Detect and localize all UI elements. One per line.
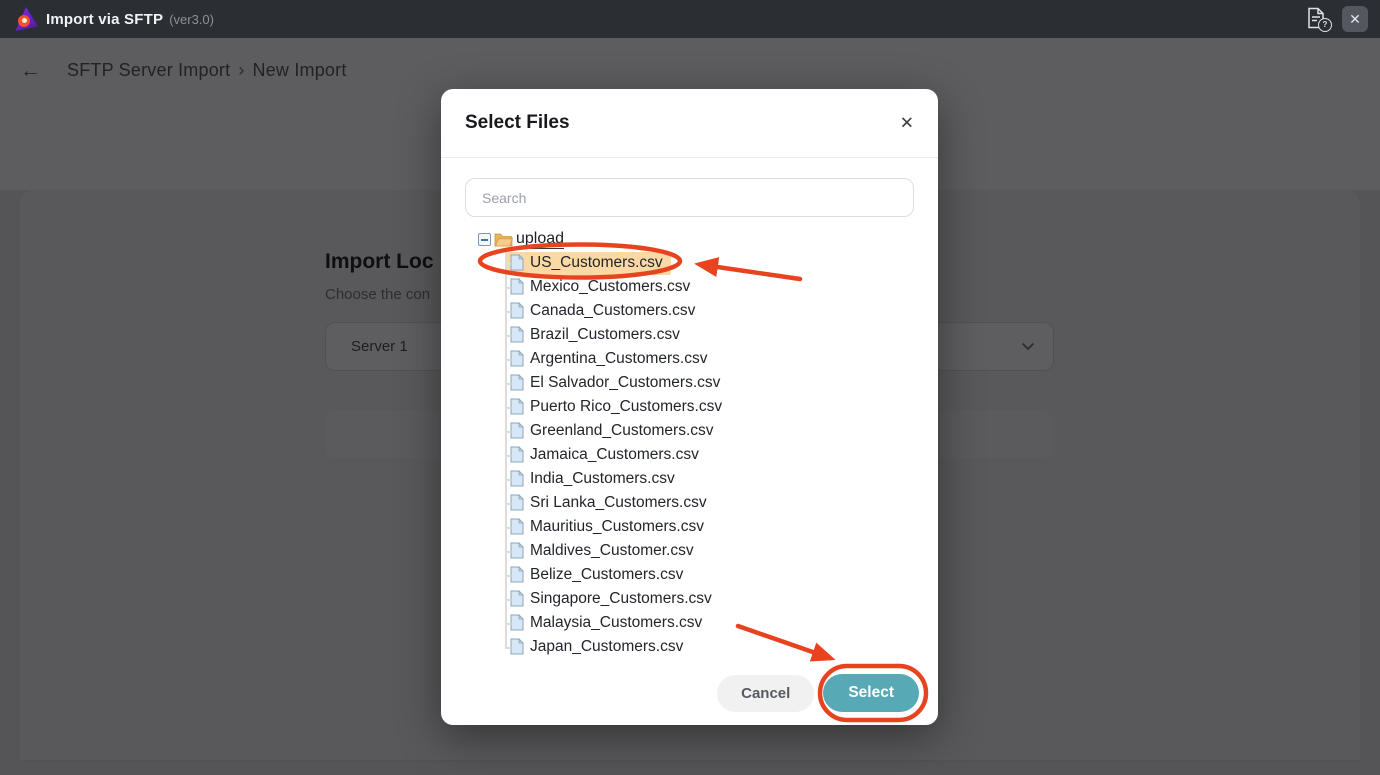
file-name: Japan_Customers.csv [530, 638, 683, 656]
file-icon [510, 470, 524, 487]
app-logo-icon [14, 7, 38, 31]
file-name: Singapore_Customers.csv [530, 590, 712, 608]
file-icon [510, 566, 524, 583]
file-icon [510, 614, 524, 631]
file-icon [510, 398, 524, 415]
search-input[interactable] [465, 178, 914, 217]
file-name: Sri Lanka_Customers.csv [530, 494, 707, 512]
file-icon [510, 350, 524, 367]
tree-file-item[interactable]: Jamaica_Customers.csv [478, 443, 908, 467]
select-button[interactable]: Select [823, 674, 919, 712]
tree-file-item[interactable]: Canada_Customers.csv [478, 299, 908, 323]
file-name: Belize_Customers.csv [530, 566, 683, 584]
file-name: Mexico_Customers.csv [530, 278, 690, 296]
tree-file-item[interactable]: Maldives_Customer.csv [478, 539, 908, 563]
select-files-modal: Select Files ✕ upload US_Customers.cs [441, 89, 938, 725]
tree-file-item[interactable]: Belize_Customers.csv [478, 563, 908, 587]
modal-title: Select Files [465, 112, 570, 134]
tree-collapse-icon[interactable] [478, 233, 491, 246]
tree-file-item[interactable]: Japan_Customers.csv [478, 635, 908, 659]
file-name: US_Customers.csv [530, 254, 663, 272]
modal-footer: Cancel Select [717, 674, 919, 712]
tree-file-item[interactable]: India_Customers.csv [478, 467, 908, 491]
screen: Import via SFTP (ver3.0) ? ✕ ← SFTP Serv… [0, 0, 1380, 775]
file-icon [510, 278, 524, 295]
file-icon [510, 254, 524, 271]
file-name: Canada_Customers.csv [530, 302, 695, 320]
file-name: Mauritius_Customers.csv [530, 518, 704, 536]
tree-root-folder[interactable]: upload [478, 228, 908, 251]
window-close-button[interactable]: ✕ [1342, 6, 1368, 32]
tree-file-item[interactable]: Malaysia_Customers.csv [478, 611, 908, 635]
modal-close-icon[interactable]: ✕ [900, 115, 914, 132]
file-name: Maldives_Customer.csv [530, 542, 694, 560]
file-icon [510, 374, 524, 391]
file-icon [510, 542, 524, 559]
app-version: (ver3.0) [169, 12, 214, 27]
file-name: India_Customers.csv [530, 470, 675, 488]
file-name: Brazil_Customers.csv [530, 326, 680, 344]
tree-file-item[interactable]: Puerto Rico_Customers.csv [478, 395, 908, 419]
tree-file-item[interactable]: Mexico_Customers.csv [478, 275, 908, 299]
file-name: Malaysia_Customers.csv [530, 614, 702, 632]
file-tree: upload US_Customers.csv Mexico_Customers.… [478, 228, 908, 659]
file-name: El Salvador_Customers.csv [530, 374, 720, 392]
help-doc-icon[interactable]: ? [1306, 7, 1330, 31]
file-icon [510, 446, 524, 463]
tree-file-item[interactable]: Sri Lanka_Customers.csv [478, 491, 908, 515]
file-tree-items: US_Customers.csv Mexico_Customers.csv Cana… [478, 251, 908, 659]
file-icon [510, 518, 524, 535]
file-icon [510, 302, 524, 319]
file-icon [510, 422, 524, 439]
app-title: Import via SFTP [46, 11, 163, 28]
file-icon [510, 590, 524, 607]
file-name: Greenland_Customers.csv [530, 422, 714, 440]
file-name: Argentina_Customers.csv [530, 350, 707, 368]
tree-file-item[interactable]: Mauritius_Customers.csv [478, 515, 908, 539]
tree-file-item[interactable]: Singapore_Customers.csv [478, 587, 908, 611]
tree-file-item[interactable]: Brazil_Customers.csv [478, 323, 908, 347]
file-name: Jamaica_Customers.csv [530, 446, 699, 464]
tree-file-item[interactable]: Argentina_Customers.csv [478, 347, 908, 371]
tree-file-item[interactable]: Greenland_Customers.csv [478, 419, 908, 443]
tree-root-label: upload [516, 230, 564, 250]
tree-file-item[interactable]: El Salvador_Customers.csv [478, 371, 908, 395]
file-icon [510, 494, 524, 511]
file-name: Puerto Rico_Customers.csv [530, 398, 722, 416]
file-icon [510, 326, 524, 343]
modal-header: Select Files ✕ [441, 89, 938, 158]
cancel-button[interactable]: Cancel [717, 675, 814, 712]
titlebar: Import via SFTP (ver3.0) ? ✕ [0, 0, 1380, 38]
folder-icon [494, 232, 513, 248]
file-icon [510, 638, 524, 655]
tree-file-item[interactable]: US_Customers.csv [478, 251, 908, 275]
